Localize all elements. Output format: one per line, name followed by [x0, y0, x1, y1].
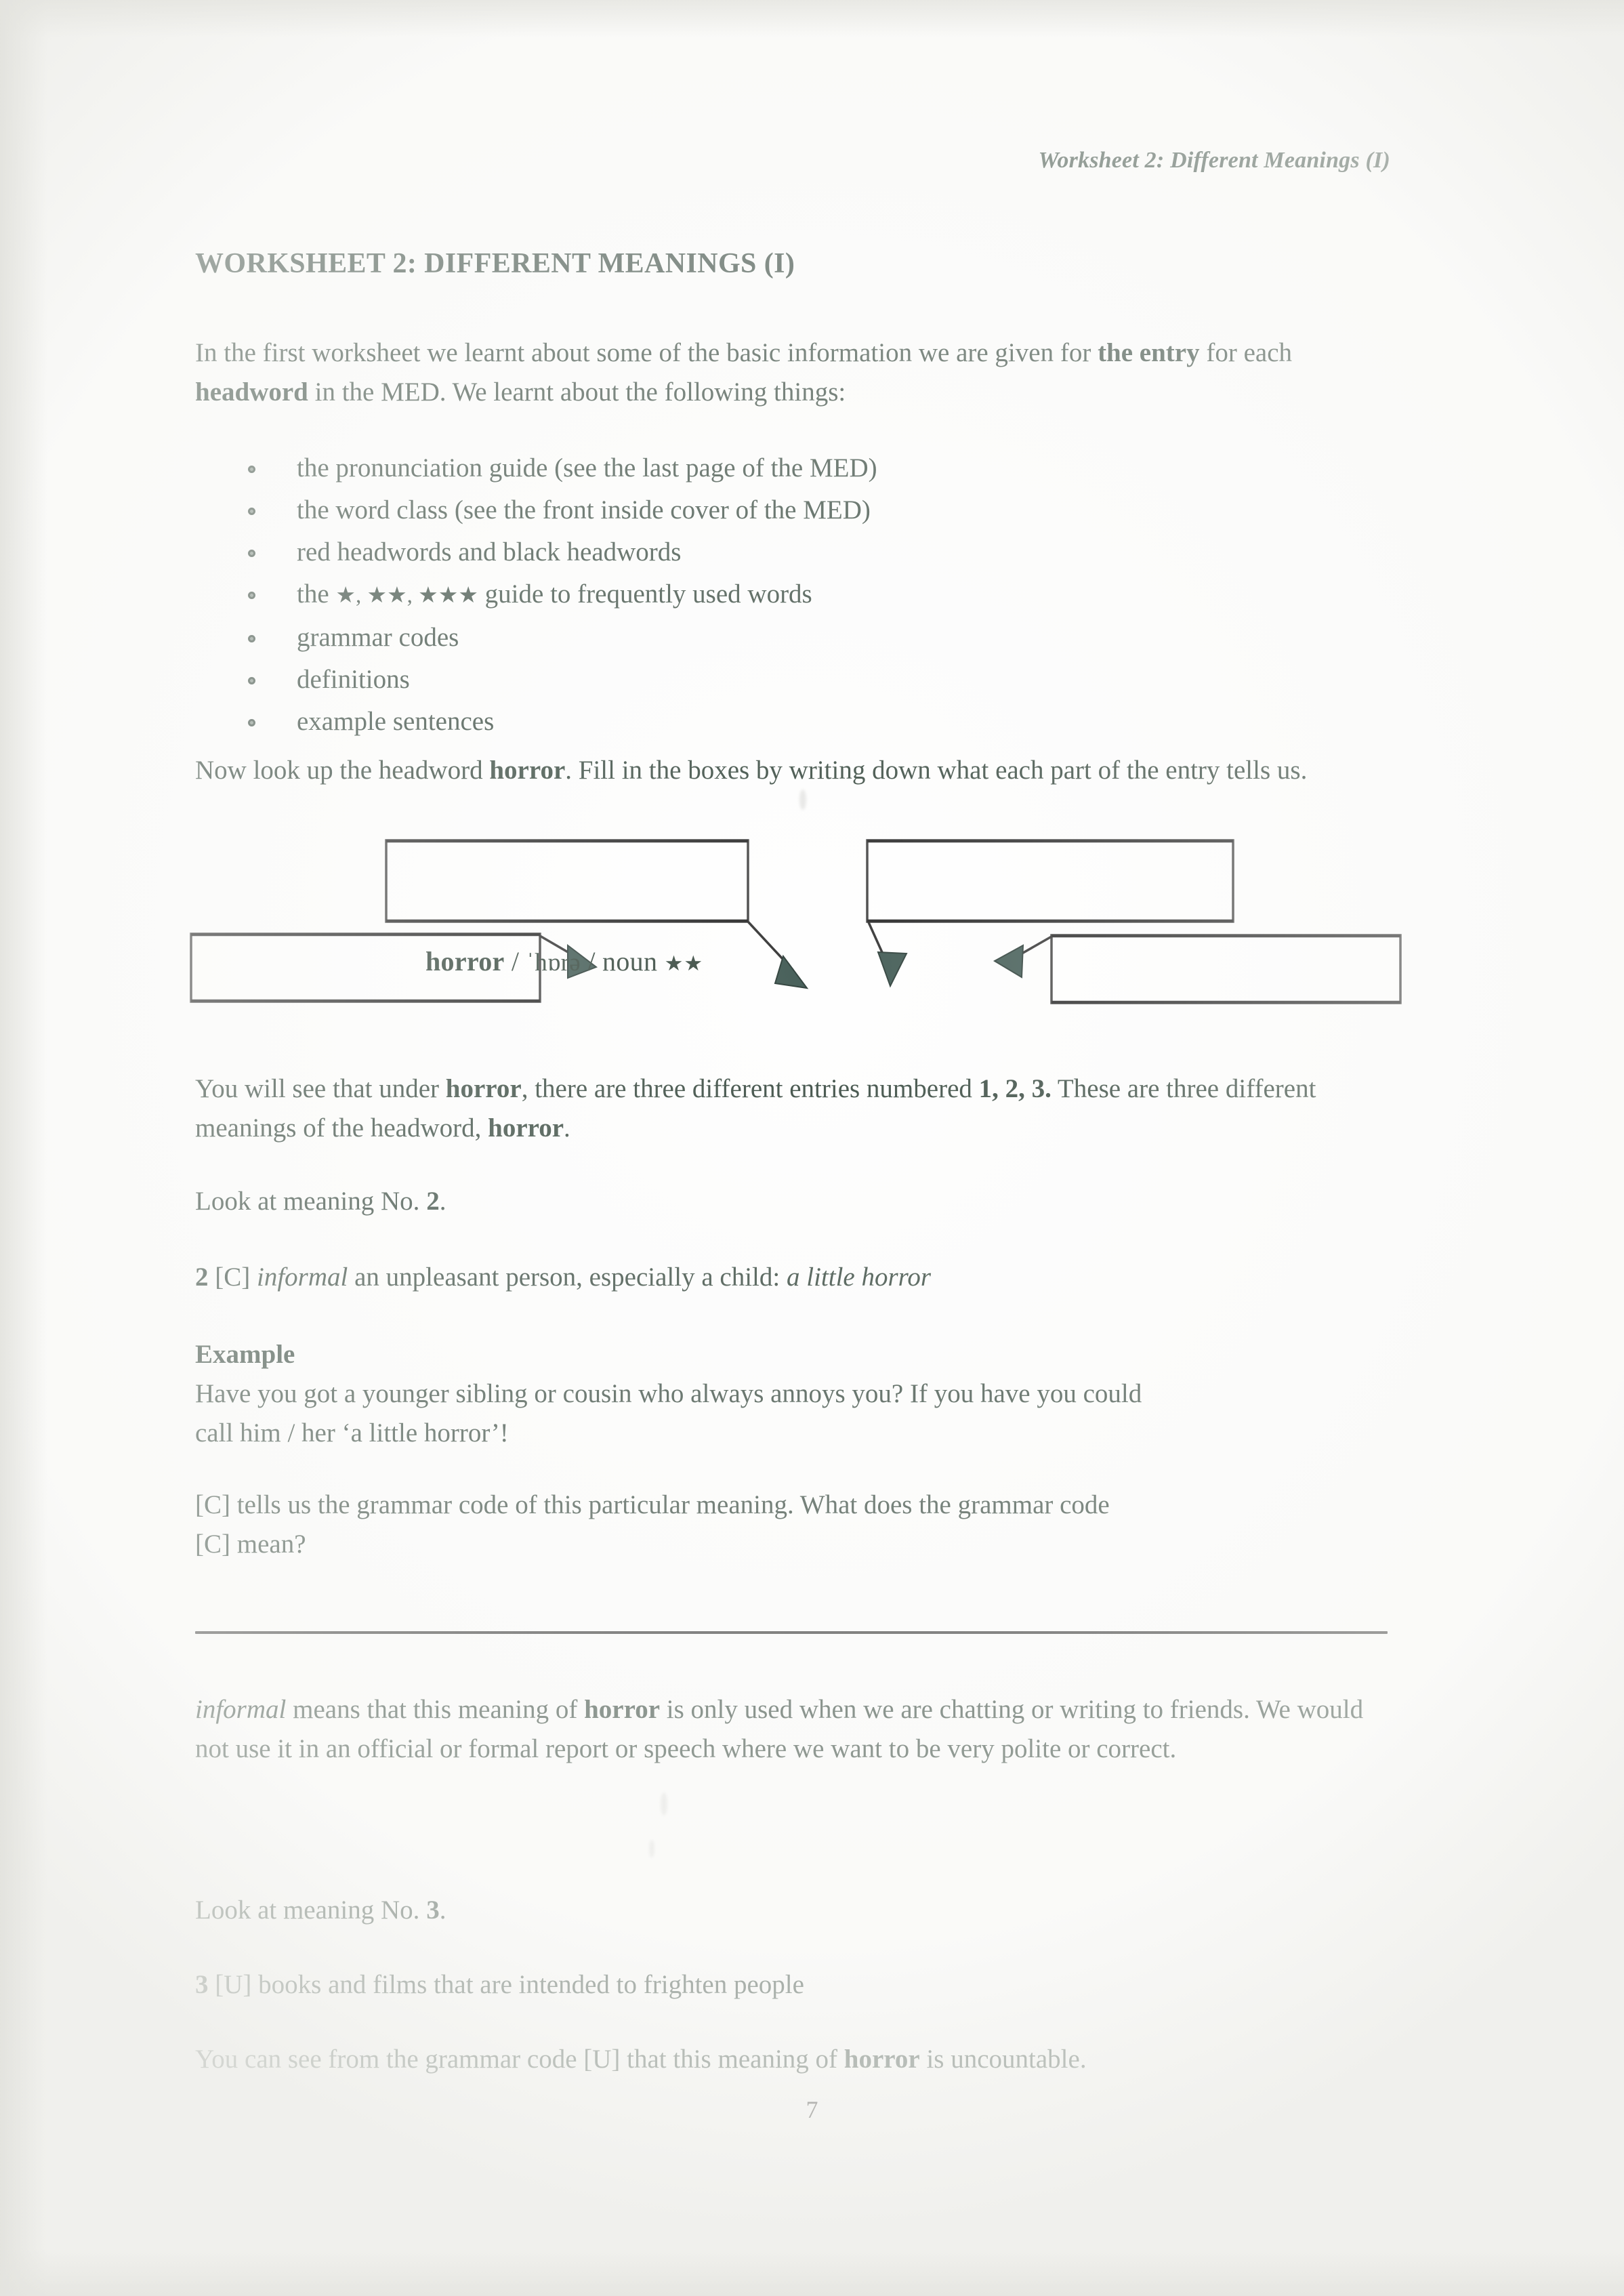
intro-text-c: for each [1199, 338, 1293, 367]
example-heading: Example [195, 1335, 1401, 1374]
definition-2-code: [C] [208, 1263, 257, 1292]
three-entries-a: You will see that under [195, 1074, 446, 1103]
informal-note-headword: horror [584, 1695, 661, 1724]
definition-2-example: a little horror [786, 1263, 932, 1292]
arrow-to-pronunciation [747, 920, 809, 989]
look-meaning-3-paragraph: Look at meaning No. 3. [195, 1891, 1401, 1930]
example-heading-label: Example [195, 1340, 295, 1369]
three-entries-c: , there are three different entries numb… [521, 1074, 979, 1103]
worksheet-page: Worksheet 2: Different Meanings (I) WORK… [0, 0, 1624, 2296]
definition-3-number: 3 [195, 1970, 209, 1999]
definition-2-gloss: an unpleasant person, especially a child… [348, 1263, 787, 1292]
definition-3: 3 [U] books and films that are intended … [195, 1965, 1401, 2005]
intro-text-entry: the entry [1098, 338, 1200, 367]
list-item-star-guide: the ★, ★★, ★★★ guide to frequently used … [238, 573, 1255, 617]
star-rating-icon: ★, ★★, ★★★ [335, 583, 478, 608]
entry-separator-1: / [504, 946, 526, 977]
definition-2: 2 [C] informal an unpleasant person, esp… [195, 1258, 1401, 1297]
list-item-grammar-codes: grammar codes [238, 617, 1255, 659]
example-line-2: call him / her ‘a little horror’! [195, 1418, 509, 1448]
definition-3-text: [U] books and films that are intended to… [208, 1970, 804, 1999]
list-item-label: the pronunciation guide (see the last pa… [297, 453, 877, 483]
entry-frequency-stars-icon: ★★ [664, 951, 704, 975]
look-meaning-3-number: 3 [426, 1895, 440, 1925]
look-meaning-3-c: . [439, 1895, 446, 1925]
list-item-word-class: the word class (see the front inside cov… [238, 489, 1255, 531]
informal-note-b: means that this meaning of [286, 1695, 585, 1724]
three-entries-headword-1: horror [445, 1074, 522, 1103]
instruction-text-c: . Fill in the boxes by writing down what… [565, 756, 1308, 785]
grammar-question-line-1: [C] tells us the grammar code of this pa… [195, 1490, 1110, 1519]
answer-box-top-right[interactable] [866, 839, 1234, 923]
intro-text-a: In the first worksheet we learnt about s… [195, 338, 1098, 367]
three-entries-g: . [564, 1113, 570, 1143]
section-divider [195, 1631, 1388, 1634]
look-meaning-2-a: Look at meaning No. [195, 1187, 427, 1216]
uncountable-note-headword: horror [844, 2045, 920, 2074]
entry-label-diagram: .bx { fill:#ffffff; stroke:#4a4a4a; stro… [176, 823, 1450, 1017]
look-meaning-2-c: . [439, 1187, 446, 1216]
intro-text-e: in the MED. We learnt about the followin… [308, 377, 846, 407]
answer-box-bottom-right[interactable] [1050, 934, 1402, 1004]
instruction-text-a: Now look up the headword [195, 756, 490, 785]
grammar-code-question: [C] tells us the grammar code of this pa… [195, 1485, 1408, 1564]
dictionary-entry-line: horror / ˈhɒrə / noun ★★ [425, 944, 703, 981]
list-item-label: grammar codes [297, 623, 459, 652]
look-meaning-2-number: 2 [426, 1187, 440, 1216]
list-item-pronunciation-guide: the pronunciation guide (see the last pa… [238, 447, 1255, 489]
look-meaning-2-paragraph: Look at meaning No. 2. [195, 1182, 1401, 1221]
example-body: Have you got a younger sibling or cousin… [195, 1374, 1408, 1453]
entry-pronunciation: ˈhɒrə [526, 949, 581, 977]
uncountable-note-a: You can see from the grammar code [U] th… [195, 2045, 844, 2074]
list-item-label: example sentences [297, 707, 495, 736]
intro-text-headword: headword [195, 377, 308, 407]
informal-note-keyword: informal [195, 1695, 287, 1724]
example-line-1: Have you got a younger sibling or cousin… [195, 1379, 1142, 1408]
three-entries-paragraph: You will see that under horror, there ar… [195, 1069, 1401, 1148]
entry-headword: horror [425, 946, 505, 977]
arrow-to-word-class [867, 922, 908, 988]
three-entries-headword-2: horror [488, 1113, 564, 1143]
look-meaning-3-a: Look at meaning No. [195, 1895, 427, 1925]
list-item-label: the word class (see the front inside cov… [297, 495, 871, 525]
grammar-question-line-2: [C] mean? [195, 1530, 306, 1559]
uncountable-note-c: is uncountable. [919, 2045, 1087, 2074]
list-item-example-sentences: example sentences [238, 701, 1255, 743]
definition-2-register: informal [257, 1263, 348, 1292]
list-item-definitions: definitions [238, 659, 1255, 701]
page-title: WORKSHEET 2: DIFFERENT MEANINGS (I) [195, 248, 795, 279]
intro-paragraph: In the first worksheet we learnt about s… [195, 333, 1394, 412]
informal-note-paragraph: informal means that this meaning of horr… [195, 1690, 1401, 1769]
list-item-label: definitions [297, 665, 410, 694]
arrow-to-frequency-stars [993, 935, 1052, 979]
uncountable-note-paragraph: You can see from the grammar code [U] th… [195, 2040, 1408, 2079]
entry-separator-2: / [581, 946, 603, 977]
list-item-red-black-headwords: red headwords and black headwords [238, 531, 1255, 573]
page-number: 7 [806, 2096, 818, 2123]
list-item-prefix: the [297, 579, 336, 609]
instruction-headword: horror [489, 756, 566, 785]
running-head: Worksheet 2: Different Meanings (I) [1038, 148, 1390, 173]
list-item-label: red headwords and black headwords [297, 537, 682, 567]
three-entries-numbers: 1, 2, 3. [978, 1074, 1052, 1103]
answer-box-top-left[interactable] [385, 839, 749, 923]
instruction-paragraph: Now look up the headword horror. Fill in… [195, 751, 1401, 790]
page-content: Worksheet 2: Different Meanings (I) WORK… [0, 0, 1624, 2296]
entry-word-class: noun [602, 946, 658, 977]
list-item-suffix: guide to frequently used words [478, 579, 812, 609]
definition-2-number: 2 [195, 1263, 209, 1292]
feature-list: the pronunciation guide (see the last pa… [238, 447, 1255, 743]
